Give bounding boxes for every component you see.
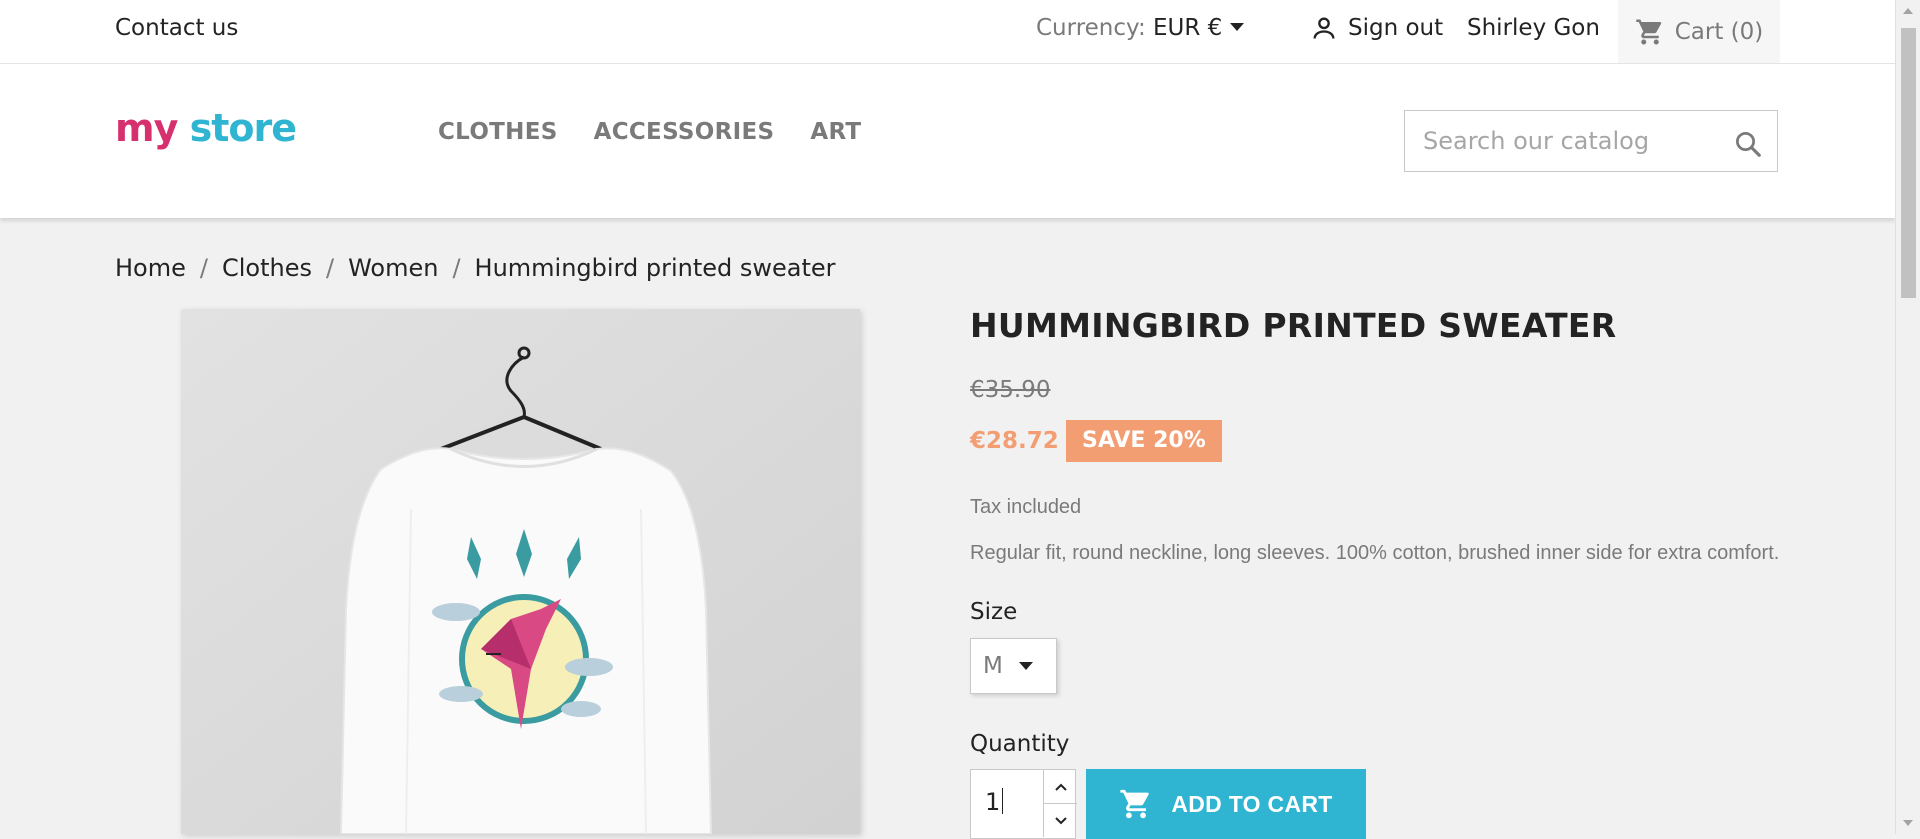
breadcrumb-separator: /	[325, 254, 335, 282]
quantity-increase-button[interactable]	[1043, 770, 1077, 804]
breadcrumb-women[interactable]: Women	[348, 254, 438, 282]
nav-item-accessories[interactable]: ACCESSORIES	[594, 119, 775, 145]
cart-icon	[1120, 789, 1150, 819]
chevron-up-icon	[1054, 783, 1067, 791]
search-input[interactable]	[1421, 126, 1725, 156]
current-price: €28.72	[970, 428, 1059, 454]
product-image[interactable]	[181, 309, 860, 834]
logo-word-store: store	[189, 106, 297, 150]
scroll-down-icon[interactable]	[1903, 820, 1913, 826]
scrollbar-thumb[interactable]	[1901, 28, 1916, 298]
quantity-value: 1	[985, 788, 1001, 816]
currency-value: EUR €	[1153, 15, 1223, 41]
account-link[interactable]: Shirley Gon	[1467, 15, 1600, 41]
nav-item-clothes[interactable]: CLOTHES	[438, 119, 558, 145]
sweater-illustration	[181, 309, 860, 834]
size-value: M	[983, 653, 1003, 679]
breadcrumb-clothes[interactable]: Clothes	[222, 254, 312, 282]
regular-price: €35.90	[970, 377, 1051, 403]
page-scrollbar[interactable]	[1895, 0, 1920, 834]
logo-word-my: my	[115, 106, 178, 150]
size-select[interactable]: M	[970, 638, 1057, 694]
scroll-up-icon[interactable]	[1903, 8, 1913, 14]
currency-selector[interactable]: Currency: EUR €	[1036, 15, 1245, 41]
nav-item-art[interactable]: ART	[810, 119, 861, 145]
main-nav: CLOTHES ACCESSORIES ART	[438, 119, 861, 145]
product-title: HUMMINGBIRD PRINTED SWEATER	[970, 306, 1617, 345]
breadcrumb: Home / Clothes / Women / Hummingbird pri…	[115, 254, 836, 282]
quantity-input[interactable]: 1	[985, 788, 1004, 816]
caret-down-icon	[1230, 23, 1245, 31]
quantity-stepper: 1	[970, 769, 1077, 839]
cart-button[interactable]: Cart (0)	[1618, 0, 1780, 63]
search-box	[1404, 110, 1778, 172]
breadcrumb-home[interactable]: Home	[115, 254, 186, 282]
discount-badge: SAVE 20%	[1066, 420, 1222, 462]
sign-out-link[interactable]: Sign out	[1310, 14, 1443, 42]
breadcrumb-separator: /	[199, 254, 208, 282]
breadcrumb-separator: /	[452, 254, 461, 282]
quantity-label: Quantity	[970, 731, 1070, 757]
main-header: my store CLOTHES ACCESSORIES ART	[0, 64, 1895, 218]
size-label: Size	[970, 599, 1018, 625]
add-to-cart-label: ADD TO CART	[1171, 790, 1333, 817]
product-description: Regular fit, round neckline, long sleeve…	[970, 542, 1780, 564]
add-to-cart-button[interactable]: ADD TO CART	[1086, 769, 1366, 839]
chevron-down-icon	[1054, 816, 1067, 824]
currency-label: Currency:	[1036, 15, 1146, 41]
sign-out-label: Sign out	[1348, 15, 1444, 41]
tax-label: Tax included	[970, 496, 1082, 518]
contact-us-link[interactable]: Contact us	[115, 15, 238, 41]
top-bar: Contact us Currency: EUR € Sign out Shir…	[0, 0, 1895, 64]
breadcrumb-current: Hummingbird printed sweater	[474, 254, 836, 282]
cart-icon	[1635, 19, 1661, 44]
caret-down-icon	[1018, 662, 1033, 670]
search-icon[interactable]	[1733, 129, 1763, 159]
store-logo[interactable]: my store	[115, 106, 297, 150]
cart-label: Cart (0)	[1674, 18, 1764, 45]
text-cursor	[1002, 788, 1004, 814]
quantity-decrease-button[interactable]	[1043, 804, 1077, 837]
user-icon	[1313, 17, 1335, 39]
